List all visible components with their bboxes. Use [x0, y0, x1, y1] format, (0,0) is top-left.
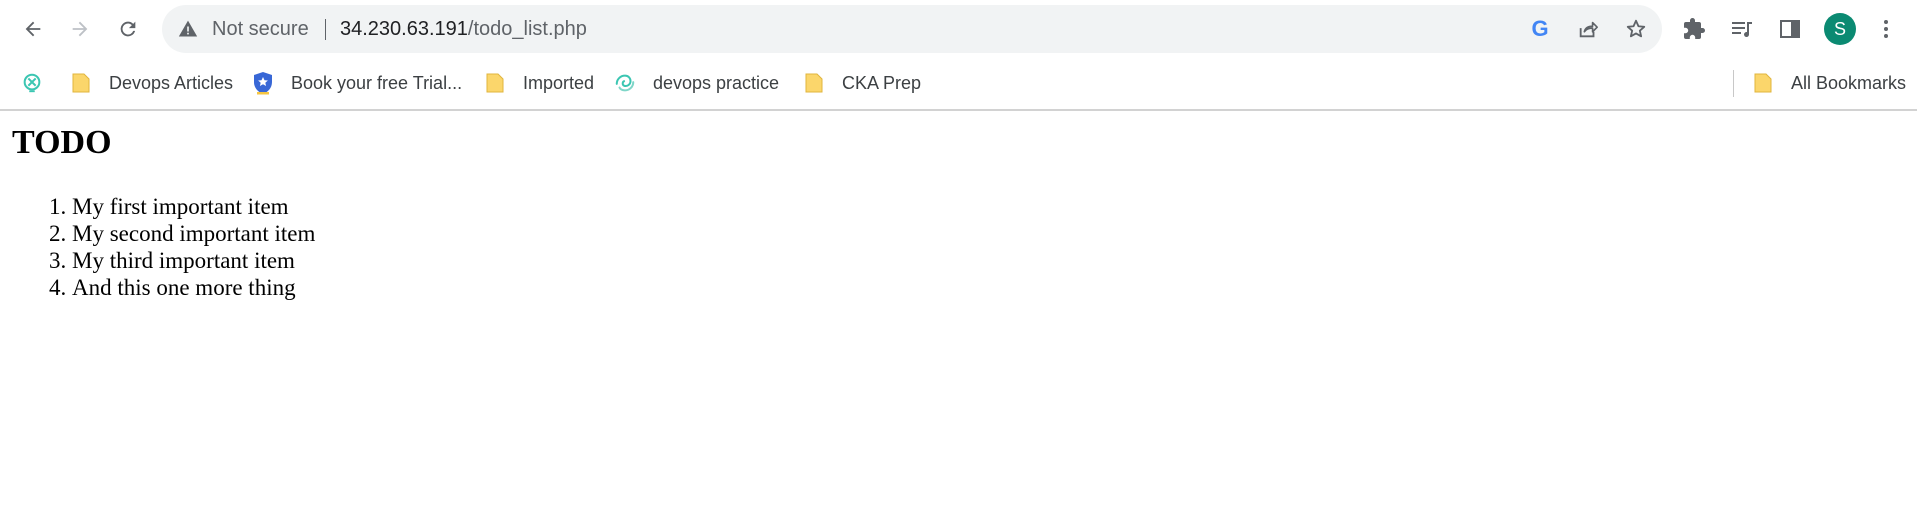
bookmark-label: Devops Articles [109, 72, 234, 93]
profile-avatar[interactable]: S [1824, 13, 1856, 45]
media-controls-button[interactable] [1728, 15, 1756, 43]
arrow-left-icon [25, 21, 41, 37]
todo-list: My first important item My second import… [72, 193, 315, 301]
todo-item: And this one more thing [72, 274, 315, 301]
share-button[interactable] [1576, 17, 1600, 41]
swirl-icon [614, 72, 636, 94]
bookmarks-divider [1733, 70, 1734, 97]
bookmark-item-0[interactable] [21, 68, 60, 98]
more-vert-icon [1884, 20, 1888, 38]
todo-item: My third important item [72, 247, 315, 274]
url-text[interactable]: 34.230.63.191/todo_list.php [340, 5, 587, 53]
folder-icon [70, 72, 92, 94]
shield-star-icon [252, 72, 274, 95]
bookmark-label: Book your free Trial... [291, 72, 463, 93]
browser-menu-button[interactable] [1872, 15, 1900, 43]
bookmarks-bar: Devops Articles Book your free Trial... … [0, 58, 1917, 111]
puzzle-icon [1684, 18, 1705, 39]
back-button[interactable] [13, 9, 53, 49]
extensions-button[interactable] [1680, 15, 1708, 43]
queue-music-icon [1732, 22, 1752, 37]
star-outline-icon [1626, 19, 1646, 38]
reload-button[interactable] [108, 9, 148, 49]
bookmark-label: CKA Prep [842, 72, 922, 93]
address-bar[interactable]: Not secure 34.230.63.191/todo_list.php G [162, 5, 1662, 53]
folder-icon [803, 72, 825, 94]
side-panel-icon [1780, 20, 1800, 38]
bookmark-item-devops-articles[interactable]: Devops Articles [70, 68, 233, 98]
bookmark-item-devops-practice[interactable]: devops practice [614, 68, 779, 98]
forward-button[interactable] [60, 9, 100, 49]
bookmark-item-cka-prep[interactable]: CKA Prep [803, 68, 921, 98]
google-lens-button[interactable]: G [1528, 17, 1552, 41]
all-bookmarks-button[interactable]: All Bookmarks [1752, 68, 1906, 98]
todo-item: My first important item [72, 193, 315, 220]
warning-icon[interactable] [178, 19, 198, 39]
url-host: 34.230.63.191 [340, 18, 468, 40]
bookmark-label: devops practice [653, 72, 780, 93]
browser-toolbar: Not secure 34.230.63.191/todo_list.php G [0, 0, 1917, 58]
bookmark-item-book-free-trial[interactable]: Book your free Trial... [252, 68, 462, 98]
page-content: TODO My first important item My second i… [0, 111, 1917, 521]
side-panel-button[interactable] [1776, 15, 1804, 43]
address-divider [325, 19, 326, 40]
google-icon: G [1531, 16, 1549, 41]
url-path: /todo_list.php [467, 18, 587, 40]
todo-item: My second important item [72, 220, 315, 247]
bookmark-star-button[interactable] [1624, 17, 1648, 41]
all-bookmarks-label: All Bookmarks [1791, 72, 1907, 93]
page-title: TODO [12, 124, 112, 161]
folder-icon [484, 72, 506, 94]
bookmark-label: Imported [523, 72, 595, 93]
arrow-right-icon [72, 21, 88, 37]
reload-icon [120, 21, 136, 37]
globe-cross-icon [21, 72, 43, 94]
share-icon [1579, 21, 1598, 38]
folder-icon [1752, 72, 1774, 94]
bookmark-item-imported[interactable]: Imported [484, 68, 594, 98]
security-status-text[interactable]: Not secure [212, 5, 309, 53]
